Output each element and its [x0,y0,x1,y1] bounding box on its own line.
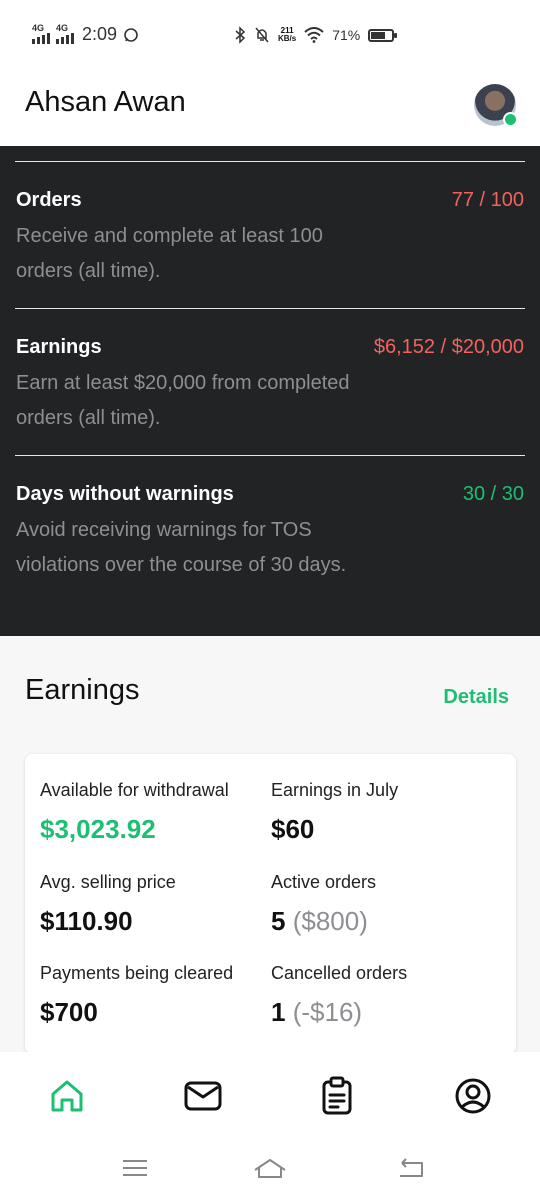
system-back-button[interactable] [394,1154,430,1182]
requirement-progress: 77 / 100 [451,189,524,211]
network-type-label-2: 4G [56,23,69,33]
active-orders-amount: ($800) [292,906,368,936]
status-bar: 4G 4G 2:09 211 KB/s 71% [0,0,540,72]
requirement-description: Earn at least $20,000 from completed ord… [16,372,350,429]
app-header: Ahsan Awan [0,72,540,146]
cancelled-orders-value: 1 (-$16) [271,997,362,1028]
battery-percent: 71% [332,27,361,43]
available-label: Available for withdrawal [40,780,229,800]
mute-bell-icon [255,27,269,43]
active-orders-count: 5 [271,906,286,936]
nav-home[interactable] [45,1074,89,1118]
wifi-icon [304,27,324,43]
available-value: $3,023.92 [40,814,156,844]
divider [15,308,525,309]
signal-icon: 4G [32,23,50,44]
system-navigation-bar [0,1140,540,1200]
clearing-label: Payments being cleared [40,963,234,983]
nav-profile[interactable] [451,1074,495,1118]
nav-orders[interactable] [315,1074,359,1118]
month-earnings-label: Earnings in July [271,780,399,800]
bluetooth-icon [235,26,246,44]
clearing-value: $700 [40,997,98,1027]
cancelled-orders-amount: (-$16) [292,997,363,1027]
divider [15,455,525,456]
status-bar-left: 4G 4G 2:09 [32,23,139,45]
recent-apps-button[interactable] [117,1154,153,1182]
active-orders-label: Active orders [271,872,377,892]
requirement-title: Orders [16,189,82,211]
level-requirements-panel: Orders 77 / 100 Receive and complete at … [0,146,540,636]
clock: 2:09 [82,24,118,44]
earnings-card: Available for withdrawal $3,023.92 Earni… [25,754,516,1054]
requirement-progress: 30 / 30 [462,483,524,505]
requirement-progress: $6,152 / $20,000 [373,336,524,358]
status-bar-right: 211 KB/s 71% [234,26,398,44]
details-link[interactable]: Details [443,686,509,709]
whatsapp-icon [124,27,138,42]
nav-inbox[interactable] [181,1074,225,1118]
signal-icon-2: 4G [56,23,74,44]
menu-icon [123,1160,147,1176]
month-earnings-value: $60 [271,814,315,844]
bottom-navigation [0,1052,540,1140]
earnings-title: Earnings [25,674,140,706]
system-home-icon [254,1159,286,1178]
divider [15,161,525,162]
network-type-label: 4G [32,23,45,33]
back-icon [400,1158,423,1177]
cancelled-orders-count: 1 [271,997,286,1027]
home-icon [51,1080,83,1112]
cancelled-orders-label: Cancelled orders [271,963,408,983]
system-home-button[interactable] [252,1154,288,1182]
username: Ahsan Awan [25,86,186,118]
requirement-description: Receive and complete at least 100 orders… [16,225,323,282]
earnings-section: Earnings Details Available for withdrawa… [0,636,540,1054]
inbox-icon [184,1081,222,1111]
requirement-description: Avoid receiving warnings for TOS violati… [16,519,347,576]
active-orders-value: 5 ($800) [271,906,368,937]
online-status-indicator [503,112,518,127]
battery-icon [368,28,398,42]
profile-icon [455,1078,491,1114]
avg-price-label: Avg. selling price [40,872,176,892]
orders-icon [322,1076,352,1115]
network-speed: 211 KB/s [278,27,296,43]
requirement-title: Days without warnings [16,483,234,505]
avg-price-value: $110.90 [40,906,133,936]
network-speed-unit: KB/s [278,34,297,43]
requirement-title: Earnings [16,336,102,358]
